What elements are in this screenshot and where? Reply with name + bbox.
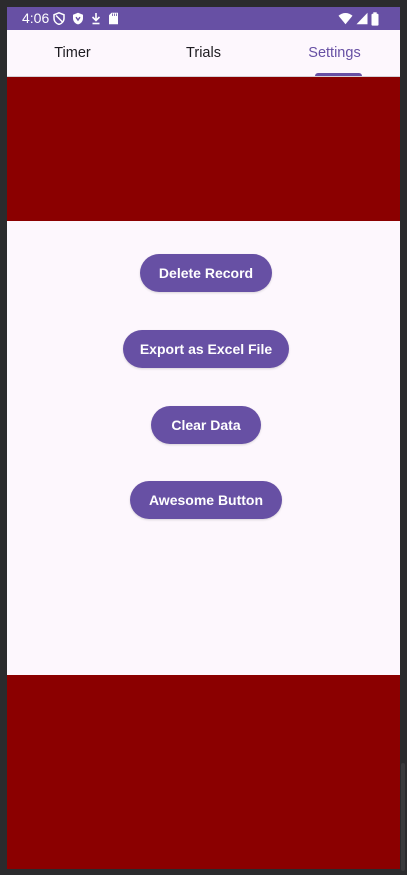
battery-icon (371, 11, 379, 26)
tab-bar: Timer Trials Settings (7, 30, 400, 77)
status-left-icons (53, 11, 119, 26)
status-bar: 4:06 (7, 7, 400, 30)
wifi-icon (338, 12, 353, 25)
tab-timer[interactable]: Timer (7, 30, 138, 76)
status-time: 4:06 (22, 10, 50, 26)
privacy-shield-icon (53, 12, 65, 25)
export-excel-button[interactable]: Export as Excel File (123, 330, 289, 368)
top-banner (7, 77, 400, 221)
awesome-button[interactable]: Awesome Button (130, 481, 282, 519)
sd-card-icon (108, 12, 119, 25)
delete-record-button[interactable]: Delete Record (140, 254, 272, 292)
app-screen: 4:06 Timer Trials Settings Delete Record… (7, 7, 400, 869)
status-right-icons (338, 11, 379, 26)
settings-content: Delete Record Export as Excel File Clear… (7, 221, 400, 675)
bottom-banner (7, 675, 400, 869)
tab-trials[interactable]: Trials (138, 30, 269, 76)
download-icon (91, 12, 101, 25)
clear-data-button[interactable]: Clear Data (151, 406, 261, 444)
cellular-signal-icon (356, 12, 368, 25)
tab-settings[interactable]: Settings (269, 30, 400, 76)
vpn-shield-icon (72, 12, 84, 25)
scrollbar[interactable] (401, 763, 405, 871)
active-tab-indicator (315, 73, 362, 76)
